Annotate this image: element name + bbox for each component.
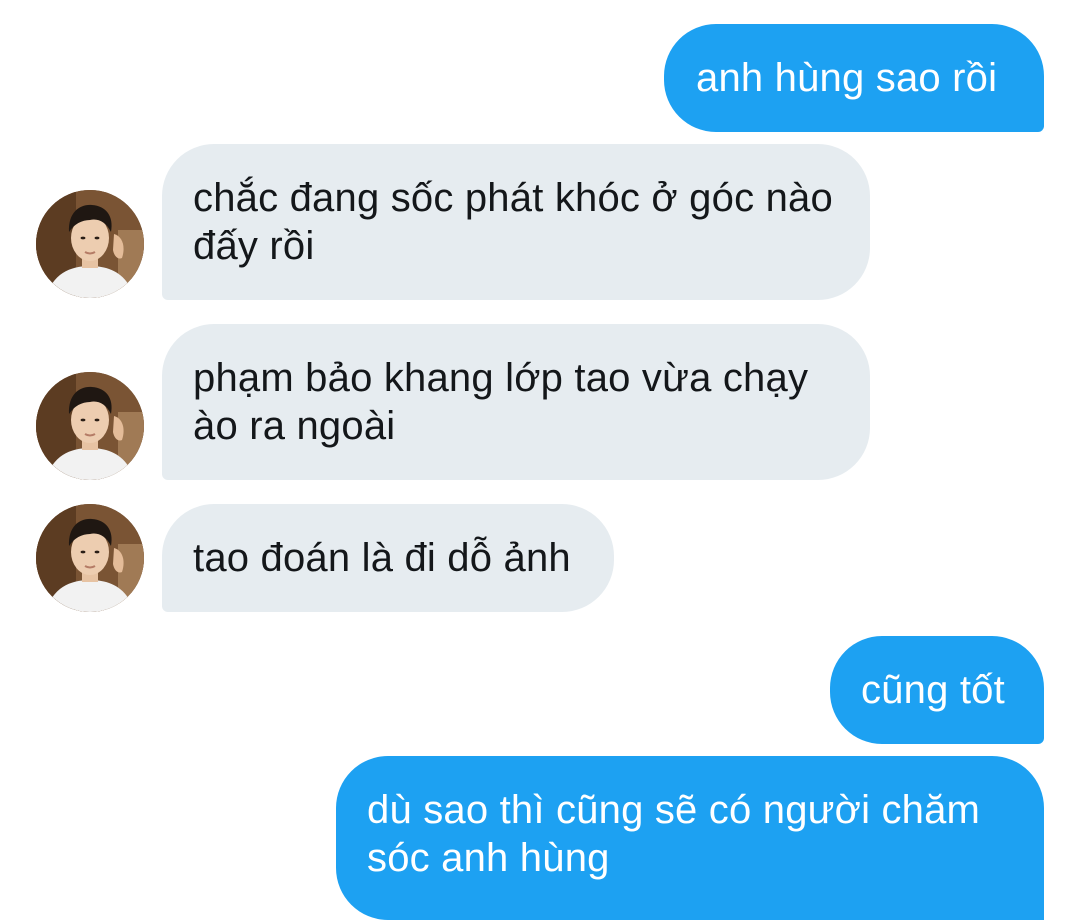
incoming-message-bubble[interactable]: tao đoán là đi dỗ ảnh <box>162 504 614 612</box>
message-text: cũng tốt <box>861 668 1005 712</box>
avatar[interactable] <box>36 504 144 612</box>
avatar[interactable] <box>36 190 144 298</box>
incoming-message-bubble[interactable]: phạm bảo khang lớp tao vừa chạy ào ra ng… <box>162 324 870 480</box>
user-avatar-icon <box>36 504 144 612</box>
user-avatar-icon <box>36 190 144 298</box>
user-avatar-icon <box>36 372 144 480</box>
message-text: dù sao thì cũng sẽ có người chăm sóc anh… <box>367 788 981 880</box>
message-text: anh hùng sao rồi <box>696 56 998 100</box>
incoming-message-bubble[interactable]: chắc đang sốc phát khóc ở góc nào đấy rồ… <box>162 144 870 300</box>
avatar[interactable] <box>36 372 144 480</box>
message-text: chắc đang sốc phát khóc ở góc nào đấy rồ… <box>193 176 833 268</box>
outgoing-message-bubble[interactable]: dù sao thì cũng sẽ có người chăm sóc anh… <box>336 756 1044 920</box>
message-text: phạm bảo khang lớp tao vừa chạy ào ra ng… <box>193 356 809 448</box>
outgoing-message-bubble[interactable]: anh hùng sao rồi <box>664 24 1044 132</box>
message-text: tao đoán là đi dỗ ảnh <box>193 536 571 580</box>
conversation-thread: anh hùng sao rồi chắc đang sốc phát khóc… <box>0 0 1080 920</box>
outgoing-message-bubble[interactable]: cũng tốt <box>830 636 1044 744</box>
